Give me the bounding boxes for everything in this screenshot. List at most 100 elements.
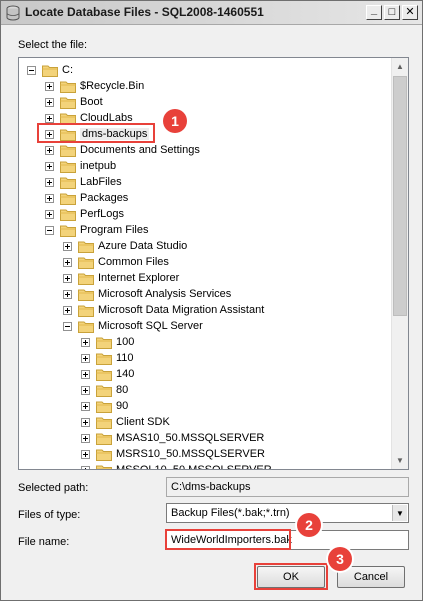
tree-item-label: inetpub xyxy=(80,160,117,172)
files-of-type-dropdown[interactable]: Backup Files(*.bak;*.trn) ▼ xyxy=(166,503,409,523)
tree-item[interactable]: inetpub xyxy=(45,158,116,174)
expand-icon[interactable] xyxy=(63,241,72,251)
chevron-down-icon[interactable]: ▼ xyxy=(392,505,407,521)
folder-icon xyxy=(78,320,94,333)
expand-icon[interactable] xyxy=(63,257,72,267)
expand-icon[interactable] xyxy=(81,401,90,411)
tree-item[interactable]: CloudLabs xyxy=(45,110,133,126)
folder-icon xyxy=(78,288,94,301)
selected-path-field: C:\dms-backups xyxy=(166,477,409,497)
folder-icon xyxy=(78,256,94,269)
tree-vertical-scrollbar[interactable]: ▲ ▼ xyxy=(391,58,408,469)
tree-item[interactable]: Azure Data Studio xyxy=(63,238,187,254)
folder-icon xyxy=(78,272,94,285)
folder-icon xyxy=(60,112,76,125)
expand-icon[interactable] xyxy=(63,273,72,283)
maximize-icon: □ xyxy=(388,6,396,18)
folder-icon xyxy=(78,240,94,253)
tree-item[interactable]: Common Files xyxy=(63,254,169,270)
expand-icon[interactable] xyxy=(81,337,90,347)
close-icon: ✕ xyxy=(405,6,415,18)
folder-icon xyxy=(60,176,76,189)
tree-item-label: Boot xyxy=(80,96,103,108)
expand-icon[interactable] xyxy=(45,193,54,203)
maximize-button[interactable]: □ xyxy=(384,5,400,20)
expand-icon[interactable] xyxy=(81,449,90,459)
expand-icon[interactable] xyxy=(81,417,90,427)
expand-icon[interactable] xyxy=(81,465,90,469)
tree-item[interactable]: LabFiles xyxy=(45,174,122,190)
selected-path-label: Selected path: xyxy=(18,482,89,494)
tree-item-label: 100 xyxy=(116,336,135,348)
database-icon xyxy=(5,5,21,21)
tree-item[interactable]: Documents and Settings xyxy=(45,142,200,158)
tree-item[interactable]: Client SDK xyxy=(81,414,170,430)
expand-icon[interactable] xyxy=(45,145,54,155)
tree-item[interactable]: dms-backups xyxy=(45,126,150,142)
triangle-down-icon: ▼ xyxy=(396,456,404,465)
folder-tree-items: C: $Recycle.Bin Boot CloudLabs dms-backups Do… xyxy=(19,58,392,469)
folder-icon xyxy=(96,336,112,349)
tree-item[interactable]: MSAS10_50.MSSQLSERVER xyxy=(81,430,264,446)
folder-tree[interactable]: C: $Recycle.Bin Boot CloudLabs dms-backups Do… xyxy=(18,57,409,470)
folder-icon xyxy=(96,400,112,413)
expand-icon[interactable] xyxy=(45,97,54,107)
collapse-icon[interactable] xyxy=(45,225,54,235)
expand-icon[interactable] xyxy=(45,177,54,187)
tree-item-label: MSRS10_50.MSSQLSERVER xyxy=(116,448,265,460)
tree-item[interactable]: Packages xyxy=(45,190,128,206)
scroll-up-button[interactable]: ▲ xyxy=(392,58,408,75)
minimize-button[interactable]: _ xyxy=(366,3,382,20)
expand-icon[interactable] xyxy=(45,129,54,139)
tree-item[interactable]: Microsoft Analysis Services xyxy=(63,286,231,302)
folder-icon xyxy=(60,128,76,141)
expand-icon[interactable] xyxy=(81,369,90,379)
tree-item[interactable]: Microsoft Data Migration Assistant xyxy=(63,302,264,318)
expand-icon[interactable] xyxy=(81,353,90,363)
tree-item-label: 110 xyxy=(116,352,134,364)
tree-item[interactable]: MSRS10_50.MSSQLSERVER xyxy=(81,446,265,462)
expand-icon[interactable] xyxy=(45,81,54,91)
tree-item-label: PerfLogs xyxy=(80,208,125,220)
minimize-icon: _ xyxy=(370,3,378,16)
folder-icon xyxy=(96,368,112,381)
tree-item-label: Common Files xyxy=(98,256,169,268)
ok-button[interactable]: OK xyxy=(257,566,325,588)
tree-item[interactable]: Internet Explorer xyxy=(63,270,179,286)
tree-item[interactable]: 140 xyxy=(81,366,134,382)
expand-icon[interactable] xyxy=(63,289,72,299)
tree-item[interactable]: Program Files xyxy=(45,222,148,238)
tree-item[interactable]: PerfLogs xyxy=(45,206,124,222)
scroll-down-button[interactable]: ▼ xyxy=(392,452,408,469)
tree-item[interactable]: 90 xyxy=(81,398,128,414)
tree-item[interactable]: 80 xyxy=(81,382,128,398)
tree-item[interactable]: Microsoft SQL Server xyxy=(63,318,203,334)
expand-icon[interactable] xyxy=(45,161,54,171)
tree-item[interactable]: C: xyxy=(27,62,73,78)
scroll-thumb[interactable] xyxy=(393,76,407,316)
folder-icon xyxy=(60,224,76,237)
file-name-input[interactable]: WideWorldImporters.bak xyxy=(166,530,409,550)
window-title: Locate Database Files - SQL2008-1460551 xyxy=(25,5,264,19)
tree-item[interactable]: 110 xyxy=(81,350,134,366)
collapse-icon[interactable] xyxy=(63,321,72,331)
expand-icon[interactable] xyxy=(63,305,72,315)
folder-icon xyxy=(60,96,76,109)
tree-item[interactable]: $Recycle.Bin xyxy=(45,78,144,94)
tree-item[interactable]: MSSQL10_50.MSSQLSERVER xyxy=(81,462,272,469)
folder-icon xyxy=(60,208,76,221)
expand-icon[interactable] xyxy=(45,209,54,219)
tree-item-label: Microsoft Analysis Services xyxy=(98,288,232,300)
tree-item-label: C: xyxy=(62,64,73,76)
expand-icon[interactable] xyxy=(81,433,90,443)
close-button[interactable]: ✕ xyxy=(402,5,418,20)
ok-button-label: OK xyxy=(283,571,299,583)
title-bar[interactable]: Locate Database Files - SQL2008-1460551 … xyxy=(1,1,422,25)
cancel-button[interactable]: Cancel xyxy=(337,566,405,588)
triangle-up-icon: ▲ xyxy=(396,62,404,71)
expand-icon[interactable] xyxy=(81,385,90,395)
expand-icon[interactable] xyxy=(45,113,54,123)
tree-item[interactable]: Boot xyxy=(45,94,103,110)
tree-item[interactable]: 100 xyxy=(81,334,134,350)
collapse-icon[interactable] xyxy=(27,65,36,75)
